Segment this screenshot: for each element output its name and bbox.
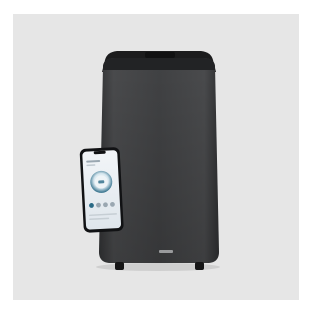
product-photo [13,14,299,300]
smartphone [79,147,124,233]
handle-slot [145,52,175,58]
wheel-right [195,262,204,270]
top-edge [103,58,215,70]
air-conditioner-illustration [79,51,220,271]
wheel-left [115,262,124,270]
phone-notch [93,150,106,155]
brand-logo [159,250,173,253]
product-photo-page [0,0,311,313]
